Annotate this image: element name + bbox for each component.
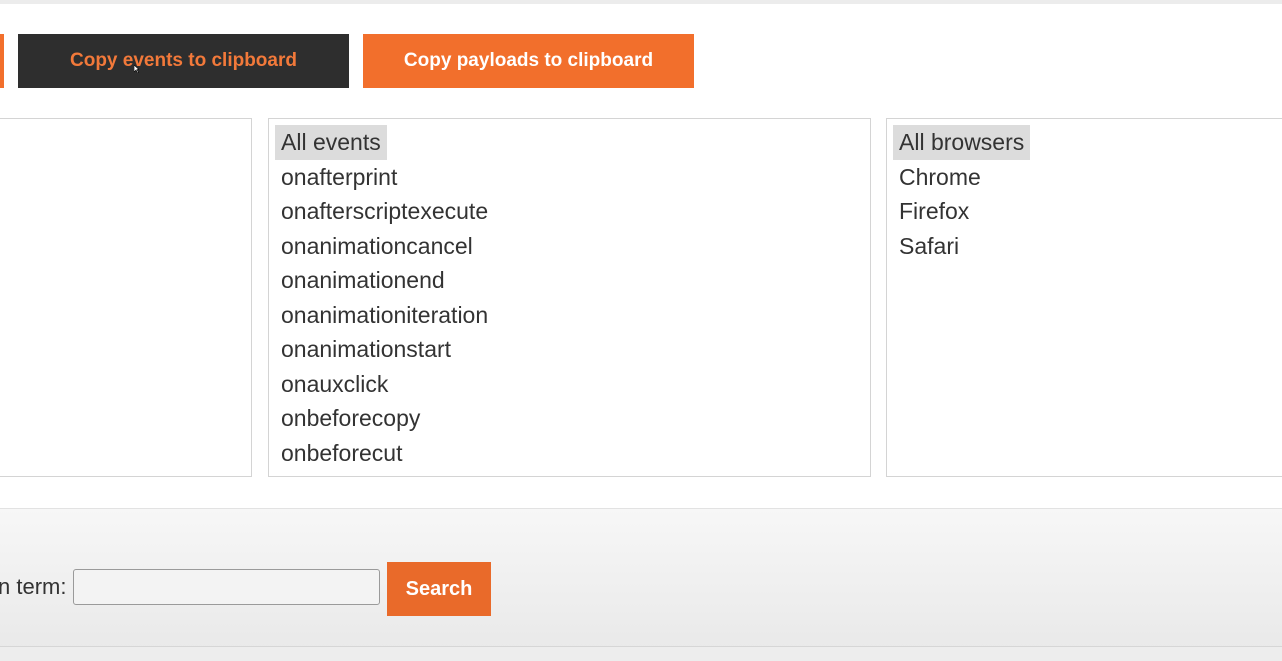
browsers-listbox[interactable]: All browsers Chrome Firefox Safari <box>886 118 1282 477</box>
browsers-options: All browsers Chrome Firefox Safari <box>893 125 1031 264</box>
partial-button-edge[interactable] <box>0 34 4 88</box>
listbox-option[interactable]: Chrome <box>893 160 1030 195</box>
copy-payloads-button[interactable]: Copy payloads to clipboard <box>363 34 694 88</box>
events-options: All events onafterprint onafterscriptexecu… <box>275 125 494 470</box>
top-border <box>0 0 1282 4</box>
copy-payloads-label: Copy payloads to clipboard <box>403 50 654 71</box>
search-button[interactable]: Search <box>387 562 491 616</box>
listbox-option[interactable]: All browsers <box>893 125 1031 160</box>
copy-events-button[interactable]: Copy events to clipboard <box>18 34 349 88</box>
listbox-option[interactable]: All events <box>275 125 387 160</box>
footer-divider <box>0 646 1282 661</box>
search-term-label: n term: <box>0 574 67 599</box>
listbox-option[interactable]: onbeforecopy <box>275 401 494 436</box>
listbox-option[interactable]: onafterprint <box>275 160 494 195</box>
listbox-option[interactable]: onanimationiteration <box>275 298 494 333</box>
listbox-option[interactable]: onanimationcancel <box>275 229 494 264</box>
listbox-option[interactable]: onbeforecut <box>275 436 494 471</box>
mouse-cursor-icon <box>134 65 139 73</box>
copy-events-label: Copy events to clipboard <box>70 50 297 71</box>
listbox-option[interactable]: onauxclick <box>275 367 494 402</box>
search-input[interactable] <box>73 569 380 605</box>
search-button-label: Search <box>405 577 473 600</box>
listbox-option[interactable]: onanimationstart <box>275 332 494 367</box>
events-listbox[interactable]: All events onafterprint onafterscriptexecu… <box>268 118 871 477</box>
listbox-option[interactable]: onafterscriptexecute <box>275 194 494 229</box>
listbox-option[interactable]: onanimationend <box>275 263 494 298</box>
listbox-option[interactable]: Safari <box>893 229 1030 264</box>
listbox-option[interactable]: Firefox <box>893 194 1030 229</box>
tags-listbox[interactable] <box>0 118 252 477</box>
